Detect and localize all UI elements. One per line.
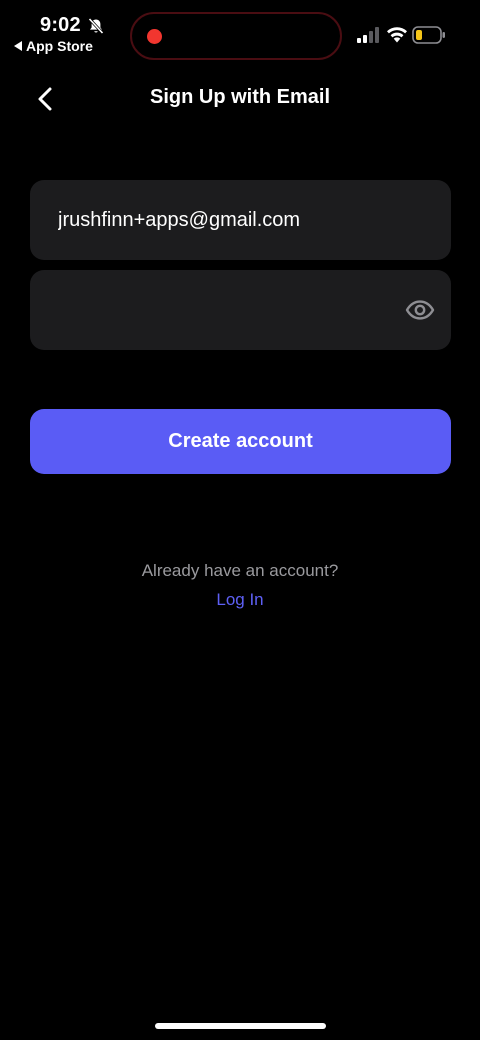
password-field-container[interactable] bbox=[30, 270, 451, 350]
bell-slash-icon bbox=[88, 17, 104, 35]
recording-indicator-icon bbox=[147, 29, 162, 44]
back-to-app-store[interactable]: App Store bbox=[14, 38, 93, 54]
battery-low-icon bbox=[412, 26, 445, 44]
back-app-label: App Store bbox=[26, 38, 93, 54]
password-field[interactable] bbox=[58, 270, 418, 350]
wifi-icon bbox=[387, 27, 407, 43]
email-field-container[interactable] bbox=[30, 180, 451, 260]
email-field[interactable] bbox=[58, 180, 418, 260]
status-bar: 9:02 App Store bbox=[0, 0, 480, 70]
status-time: 9:02 bbox=[40, 14, 81, 36]
login-link[interactable]: Log In bbox=[190, 590, 290, 610]
create-account-button[interactable]: Create account bbox=[30, 409, 451, 474]
page-title: Sign Up with Email bbox=[149, 86, 330, 108]
already-have-account-text: Already have an account? bbox=[141, 561, 339, 580]
back-triangle-icon bbox=[14, 41, 22, 51]
cellular-signal-icon bbox=[357, 27, 379, 43]
dynamic-island bbox=[130, 12, 342, 60]
eye-icon[interactable] bbox=[405, 296, 435, 324]
home-indicator[interactable] bbox=[155, 1023, 326, 1029]
